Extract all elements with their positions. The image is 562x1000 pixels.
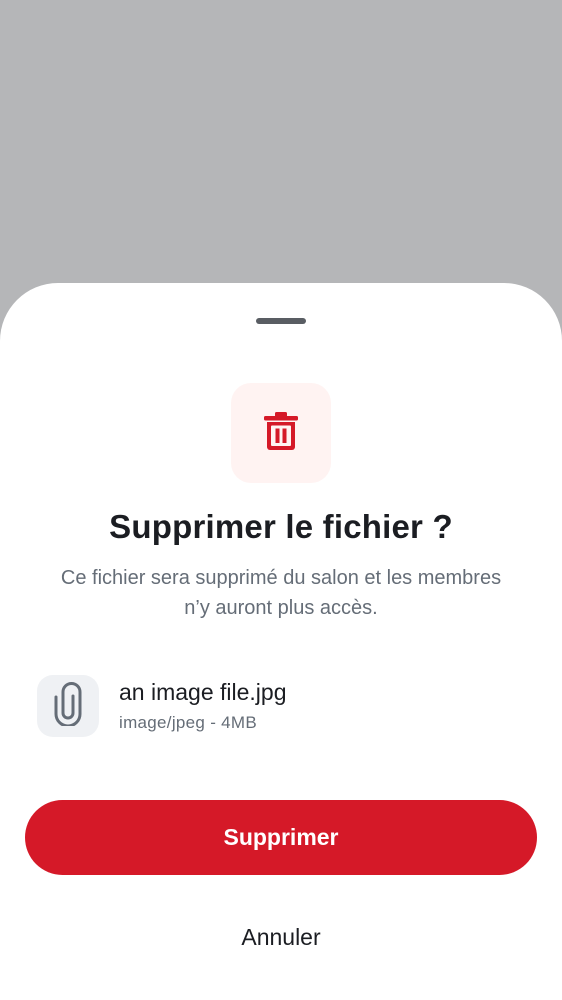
delete-button[interactable]: Supprimer (25, 800, 537, 875)
cancel-button[interactable]: Annuler (181, 907, 381, 967)
dialog-title: Supprimer le fichier ? (109, 508, 453, 545)
file-meta: image/jpeg - 4MB (119, 713, 258, 732)
file-icon-container (37, 675, 99, 737)
file-summary: an image file.jpg image/jpeg - 4MB (37, 675, 527, 739)
bottom-sheet: Supprimer le fichier ? Ce fichier sera s… (0, 283, 562, 1000)
trash-icon (263, 411, 299, 456)
drag-handle[interactable] (256, 318, 306, 324)
file-name: an image file.jpg (119, 679, 287, 705)
paperclip-icon (52, 681, 84, 731)
delete-hero-icon-container (231, 383, 331, 483)
dialog-description: Ce fichier sera supprimé du salon et les… (60, 567, 502, 619)
